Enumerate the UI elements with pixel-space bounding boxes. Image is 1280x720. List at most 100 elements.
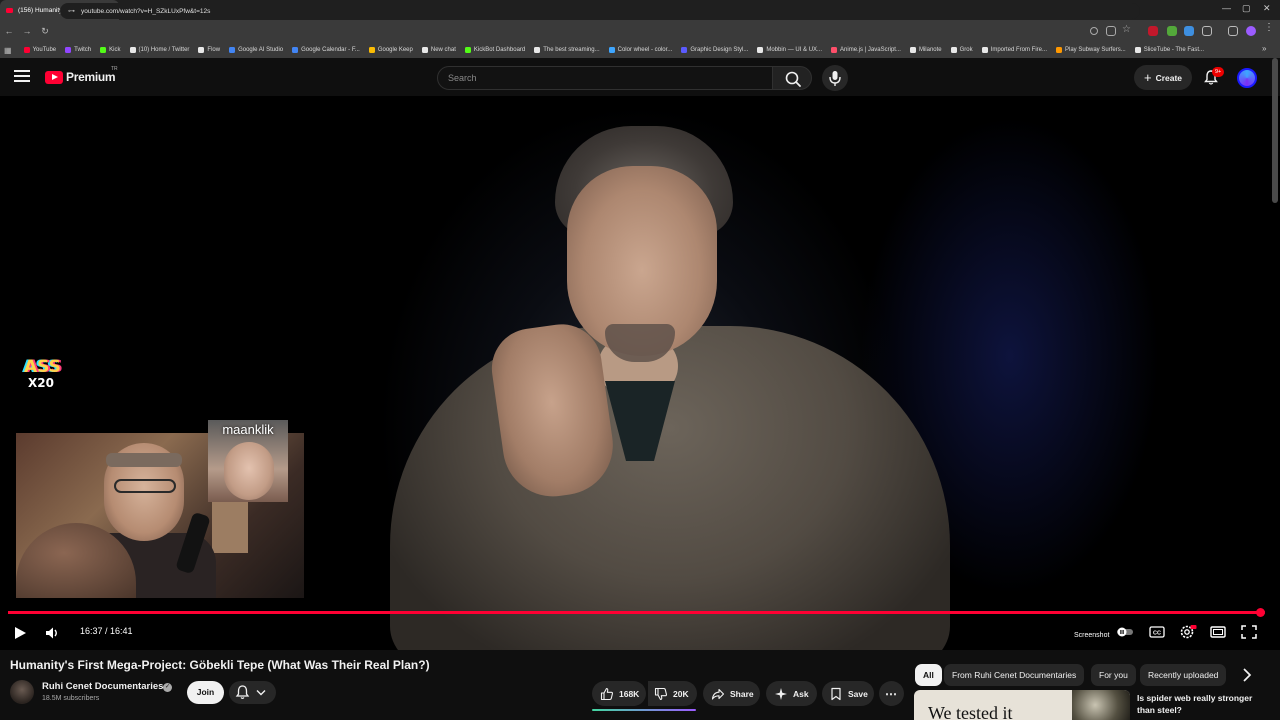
all-bookmarks-icon[interactable]: »: [1262, 44, 1266, 53]
guest-face: [224, 442, 274, 500]
guide-menu-icon[interactable]: [14, 70, 30, 84]
more-actions-button[interactable]: ⋯: [879, 681, 904, 706]
reload-icon[interactable]: ↻: [36, 26, 54, 37]
zoom-icon[interactable]: [1090, 27, 1098, 35]
bookmark-item[interactable]: The best streaming...: [534, 47, 600, 53]
bookmark-item[interactable]: Color wheel - color...: [608, 47, 672, 53]
time-display: 16:37 / 16:41: [80, 626, 133, 636]
bookmark-item[interactable]: Google Calendar - F...: [292, 47, 360, 53]
bookmark-label: Imported From Fire...: [990, 47, 1047, 53]
bookmark-item[interactable]: YouTube: [23, 47, 56, 53]
bookmark-favicon-icon: [950, 47, 957, 53]
extension-translate-icon[interactable]: [1184, 26, 1194, 36]
dislike-button[interactable]: 20K: [648, 681, 697, 706]
apps-grid-icon[interactable]: ▦: [4, 46, 12, 55]
bookmark-item[interactable]: Anime.js | JavaScript...: [831, 47, 901, 53]
webcam-headband: [106, 453, 182, 467]
bookmark-favicon-icon: [421, 47, 428, 53]
bookmark-label: KickBot Dashboard: [473, 47, 526, 53]
recommended-video-title[interactable]: Is spider web really stronger than steel…: [1137, 692, 1257, 716]
bookmark-item[interactable]: Graphic Design Styl...: [681, 47, 748, 53]
bookmark-item[interactable]: Twitch: [65, 47, 91, 53]
voice-search-button[interactable]: [822, 65, 848, 91]
bookmark-item[interactable]: (10) Home / Twitter: [129, 47, 190, 53]
fullscreen-icon[interactable]: [1240, 624, 1258, 640]
autoplay-toggle-icon[interactable]: [1116, 624, 1134, 640]
cast-icon[interactable]: [1106, 26, 1116, 36]
subscribed-notifications-button[interactable]: [229, 681, 276, 704]
theater-mode-icon[interactable]: [1209, 624, 1227, 640]
create-button[interactable]: + Create: [1134, 65, 1192, 90]
url-field[interactable]: ⊶ youtube.com/watch?v=H_SZkLUxPfw&t=12s: [60, 3, 1140, 19]
address-bar: ← → ↻: [0, 20, 1280, 42]
guest-name: maanklik: [222, 422, 274, 437]
close-window-icon[interactable]: ✕: [1263, 3, 1271, 14]
account-avatar[interactable]: [1237, 68, 1257, 88]
bookmark-label: (10) Home / Twitter: [138, 47, 190, 53]
extensions-puzzle-icon[interactable]: [1202, 26, 1212, 36]
bookmark-item[interactable]: Grok: [950, 47, 973, 53]
bookmark-favicon-icon: [23, 47, 30, 53]
filter-chip[interactable]: Recently uploaded: [1140, 664, 1227, 686]
bookmark-item[interactable]: Mobbin — UI & UX...: [757, 47, 822, 53]
channel-name[interactable]: Ruhi Cenet Documentaries: [42, 681, 163, 692]
maximize-icon[interactable]: ▢: [1242, 3, 1251, 14]
extension-red-icon[interactable]: [1148, 26, 1158, 36]
like-ratio-bar: [592, 709, 696, 711]
browser-menu-icon[interactable]: ⋮: [1264, 22, 1274, 33]
bookmark-item[interactable]: Milanote: [909, 47, 942, 53]
bookmark-item[interactable]: KickBot Dashboard: [464, 47, 526, 53]
profile-avatar-icon[interactable]: [1246, 26, 1256, 36]
bookmark-favicon-icon: [1134, 47, 1141, 53]
sidebar-icon[interactable]: [1228, 26, 1238, 36]
logo-text: Premium: [66, 70, 116, 84]
bookmark-item[interactable]: Imported From Fire...: [981, 47, 1047, 53]
bookmark-label: Kick: [109, 47, 121, 53]
bookmark-item[interactable]: Google Keep: [368, 47, 413, 53]
search-input[interactable]: Search: [437, 66, 773, 90]
bookmark-item[interactable]: Flow: [198, 47, 220, 53]
volume-icon[interactable]: [44, 625, 60, 641]
ask-button[interactable]: Ask: [766, 681, 817, 706]
channel-avatar[interactable]: [10, 680, 34, 704]
share-button[interactable]: Share: [703, 681, 760, 706]
sparkle-icon: [775, 687, 787, 700]
bookmarks-bar: ▦ YouTube Twitch Kick (10) Home / Twitter Fl…: [0, 42, 1280, 58]
back-icon[interactable]: ←: [0, 26, 18, 36]
save-label: Save: [848, 688, 868, 699]
svg-text:CC: CC: [1153, 631, 1161, 637]
bookmark-item[interactable]: Kick: [100, 47, 121, 53]
bookmark-star-icon[interactable]: ☆: [1122, 24, 1132, 35]
settings-gear-icon[interactable]: [1179, 624, 1197, 640]
like-button[interactable]: 168K: [592, 681, 646, 706]
filter-chip[interactable]: For you: [1091, 664, 1136, 686]
site-info-icon[interactable]: ⊶: [68, 7, 75, 15]
bookmark-item[interactable]: SliceTube - The Fast...: [1134, 47, 1204, 53]
bookmark-favicon-icon: [981, 47, 988, 53]
captions-icon[interactable]: CC: [1148, 624, 1166, 640]
youtube-premium-logo[interactable]: Premium TR: [45, 66, 118, 84]
bookmark-label: Google Keep: [377, 47, 413, 53]
bookmark-label: Play Subway Surfers...: [1065, 47, 1126, 53]
progress-scrubber[interactable]: [1256, 608, 1265, 617]
bookmark-item[interactable]: New chat: [421, 47, 456, 53]
play-icon[interactable]: [13, 626, 27, 640]
search-button[interactable]: [772, 66, 812, 90]
progress-played: [8, 611, 1260, 614]
video-player[interactable]: ASS X20 maanklik 16:37 / 16:41 Screensho…: [0, 96, 1280, 650]
filter-chip[interactable]: All: [915, 664, 942, 686]
share-icon: [711, 688, 725, 700]
chevron-right-icon[interactable]: [1238, 666, 1256, 684]
extension-green-icon[interactable]: [1167, 26, 1177, 36]
bookmark-label: Milanote: [918, 47, 942, 53]
recommended-video-thumbnail[interactable]: We tested it: [914, 690, 1130, 720]
bookmark-item[interactable]: Play Subway Surfers...: [1056, 47, 1126, 53]
filter-chip[interactable]: From Ruhi Cenet Documentaries: [944, 664, 1085, 686]
page-scrollbar[interactable]: [1272, 58, 1278, 203]
join-button[interactable]: Join: [187, 681, 224, 704]
forward-icon[interactable]: →: [18, 26, 36, 36]
like-count: 168K: [619, 688, 640, 699]
minimize-icon[interactable]: —: [1222, 3, 1231, 13]
save-button[interactable]: Save: [822, 681, 874, 706]
bookmark-item[interactable]: Google AI Studio: [229, 47, 283, 53]
